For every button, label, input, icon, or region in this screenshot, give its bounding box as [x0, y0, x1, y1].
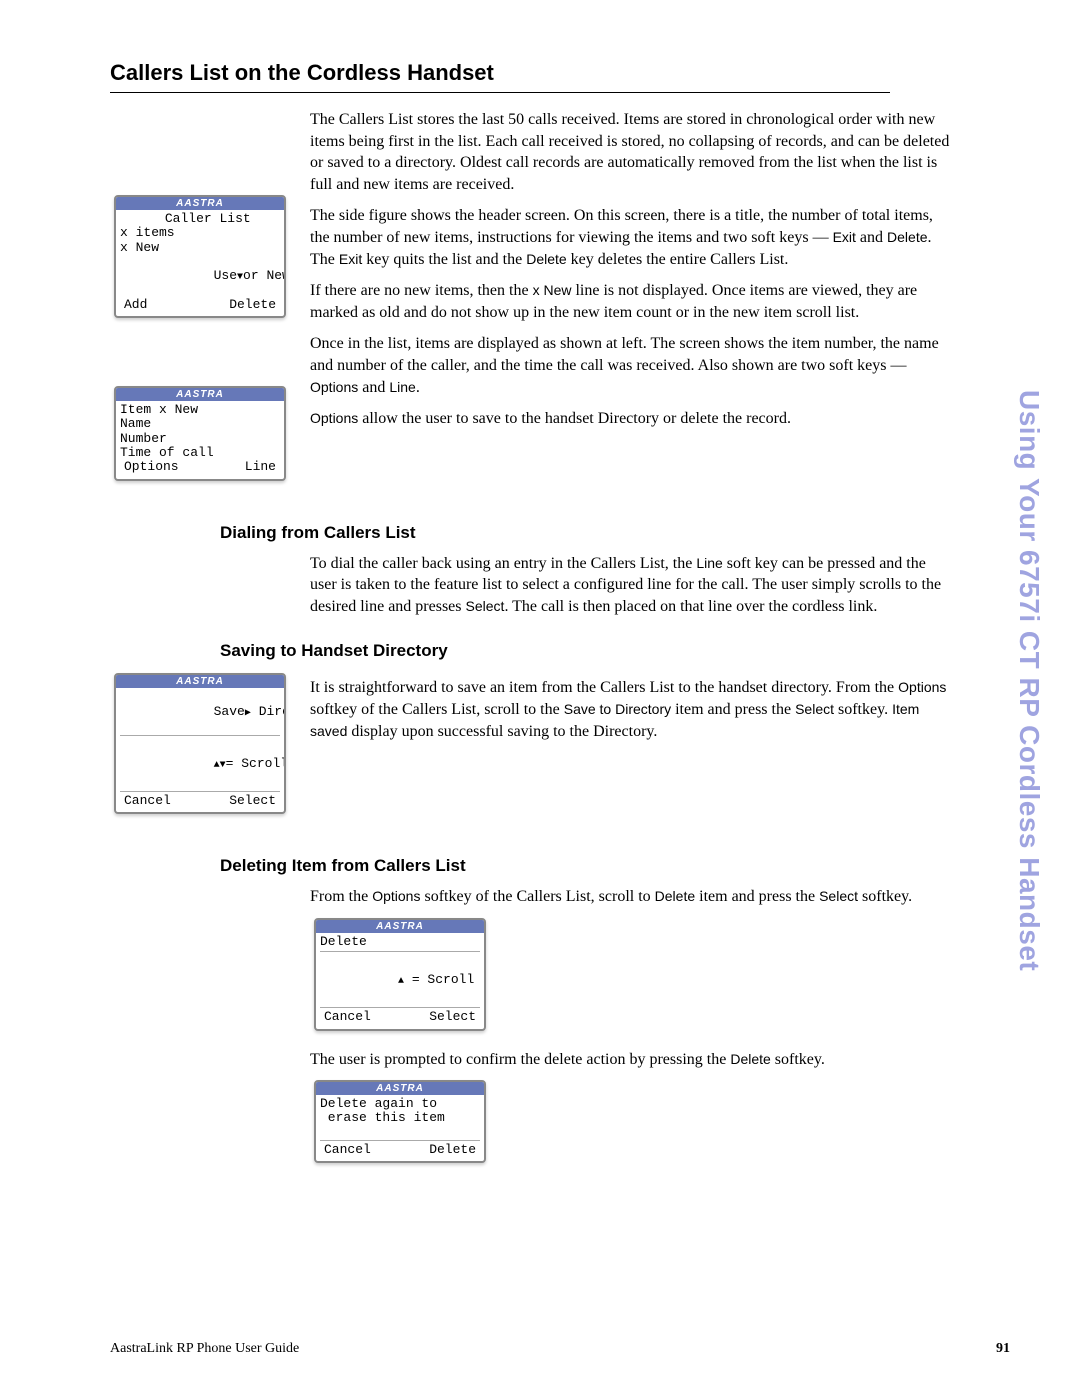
lcd-delete: AASTRA Delete = Scroll Cancel Select — [314, 918, 486, 1030]
text: key quits the list and the — [362, 251, 526, 268]
lcd-line: Time of call — [120, 446, 280, 460]
text: From the — [310, 888, 372, 905]
page-number: 91 — [996, 1341, 1010, 1357]
lcd-line: Name — [120, 417, 280, 431]
lcd-brand: AASTRA — [116, 388, 284, 401]
lcd-line: = Scroll — [320, 958, 480, 1001]
lcd-softkey-right: Delete — [429, 1143, 476, 1157]
lcd-line: Number — [120, 432, 280, 446]
paragraph: It is straightforward to save an item fr… — [310, 677, 950, 742]
lcd-line: Useor New — [120, 255, 280, 298]
lcd-save-directory: AASTRA Save Directory = Scroll Cancel Se… — [114, 673, 286, 814]
lcd-softkey-right: Line — [245, 460, 276, 474]
key-label: Options — [372, 888, 420, 904]
paragraph: From the Options softkey of the Callers … — [310, 886, 950, 908]
key-label: Exit — [339, 251, 362, 267]
footer-title: AastraLink RP Phone User Guide — [110, 1341, 299, 1357]
text: display upon successful saving to the Di… — [347, 723, 657, 740]
lcd-line: Delete — [320, 935, 480, 952]
key-label: Options — [310, 379, 358, 395]
paragraph: To dial the caller back using an entry i… — [310, 553, 950, 618]
lcd-line: Delete again to — [320, 1097, 480, 1111]
text: and — [856, 229, 887, 246]
lcd-softkey-left: Cancel — [124, 794, 171, 808]
lcd-line: x New — [120, 241, 280, 255]
paragraph: Options allow the user to save to the ha… — [310, 408, 950, 430]
key-label: Delete — [887, 229, 927, 245]
paragraph: Once in the list, items are displayed as… — [310, 333, 950, 398]
text: It is straightforward to save an item fr… — [310, 679, 898, 696]
key-label: Delete — [730, 1051, 770, 1067]
lcd-caller-list-header: AASTRA Caller List x items x New Useor N… — [114, 195, 286, 318]
lcd-line: Save Directory — [120, 690, 280, 736]
lcd-line: = Scroll — [120, 742, 280, 785]
text: If there are no new items, then the — [310, 282, 533, 299]
lcd-brand: AASTRA — [116, 197, 284, 210]
paragraph: If there are no new items, then the x Ne… — [310, 280, 950, 323]
lcd-caller-item: AASTRA Item x New Name Number Time of ca… — [114, 386, 286, 480]
key-label: Exit — [833, 229, 856, 245]
key-label: Delete — [526, 251, 566, 267]
lcd-text: = Scroll — [404, 972, 474, 987]
lcd-text: Use — [214, 268, 237, 283]
lcd-line: erase this item — [320, 1111, 480, 1125]
lcd-text: = Scroll — [226, 756, 286, 771]
key-label: Save to Directory — [564, 701, 671, 717]
subheading-saving: Saving to Handset Directory — [220, 641, 1010, 661]
text: key deletes the entire Callers List. — [567, 251, 789, 268]
lcd-text: or — [243, 268, 259, 283]
text: softkey. — [834, 701, 892, 718]
key-label: Select — [795, 701, 834, 717]
lcd-softkey-right: Delete — [229, 298, 276, 312]
text: softkey. — [771, 1051, 825, 1068]
chevron-up-icon — [214, 756, 220, 771]
lcd-delete-confirm: AASTRA Delete again to erase this item C… — [314, 1080, 486, 1163]
text: The user is prompted to confirm the dele… — [310, 1051, 730, 1068]
lcd-brand: AASTRA — [316, 1082, 484, 1095]
text: softkey. — [858, 888, 912, 905]
lcd-softkey-right: Select — [229, 794, 276, 808]
lcd-line: Item x New — [120, 403, 280, 417]
side-section-title: Using Your 6757i CT RP Cordless Handset — [1013, 390, 1045, 971]
text: . — [416, 379, 420, 396]
paragraph: The Callers List stores the last 50 call… — [310, 109, 950, 195]
key-label: Line — [389, 379, 415, 395]
key-label: Options — [898, 679, 946, 695]
lcd-line: x items — [120, 226, 280, 240]
lcd-softkey-left: Cancel — [324, 1010, 371, 1024]
text: item and press the — [671, 701, 795, 718]
key-label: Select — [466, 598, 505, 614]
lcd-line: Caller List — [120, 212, 280, 226]
text: Once in the list, items are displayed as… — [310, 335, 939, 374]
text: To dial the caller back using an entry i… — [310, 555, 696, 572]
page-footer: AastraLink RP Phone User Guide 91 — [110, 1341, 1010, 1357]
lcd-text: Save — [214, 704, 245, 719]
lcd-softkey-right: Select — [429, 1010, 476, 1024]
lcd-brand: AASTRA — [116, 675, 284, 688]
lcd-softkey-left: Cancel — [324, 1143, 371, 1157]
lcd-softkey-left: Add — [124, 298, 147, 312]
text: softkey of the Callers List, scroll to — [420, 888, 654, 905]
text: allow the user to save to the handset Di… — [358, 410, 791, 427]
subheading-dialing: Dialing from Callers List — [220, 523, 1010, 543]
lcd-text: New — [259, 268, 286, 283]
key-label: x New — [533, 282, 572, 298]
paragraph: The user is prompted to confirm the dele… — [310, 1049, 950, 1071]
text: and — [358, 379, 389, 396]
lcd-brand: AASTRA — [316, 920, 484, 933]
lcd-text: Directory — [259, 704, 286, 719]
text: softkey of the Callers List, scroll to t… — [310, 701, 564, 718]
lcd-softkey-left: Options — [124, 460, 179, 474]
chevron-right-icon — [245, 704, 251, 719]
page-heading: Callers List on the Cordless Handset — [110, 60, 890, 93]
key-label: Select — [819, 888, 858, 904]
key-label: Delete — [655, 888, 695, 904]
paragraph: The side figure shows the header screen.… — [310, 205, 950, 270]
subheading-deleting: Deleting Item from Callers List — [220, 856, 1010, 876]
key-label: Options — [310, 410, 358, 426]
key-label: Line — [696, 555, 722, 571]
text: item and press the — [695, 888, 819, 905]
text: . The call is then placed on that line o… — [504, 598, 877, 615]
